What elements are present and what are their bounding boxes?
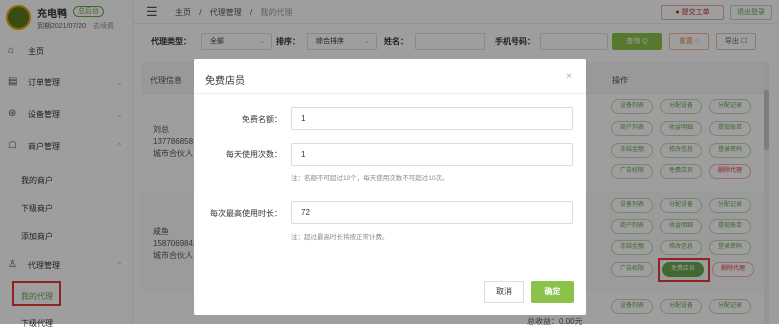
modal-title: 免费店员 [205, 76, 245, 87]
free-quota-label: 免费名额： [242, 115, 282, 124]
free-quota-input[interactable]: 1 [291, 107, 573, 130]
max-duration-note: 注：超过最高时长将按正常计费。 [291, 234, 389, 241]
cancel-button[interactable]: 取消 [484, 281, 524, 303]
close-icon[interactable]: × [566, 71, 572, 82]
daily-uses-note: 注：名额不可超过10个，每天使用次数不可超过10次。 [291, 175, 449, 182]
modal-divider [194, 93, 586, 94]
daily-uses-input[interactable]: 1 [291, 143, 573, 166]
max-duration-label: 每次最高使用时长： [210, 209, 282, 218]
max-duration-input[interactable]: 72 [291, 201, 573, 224]
confirm-button[interactable]: 确定 [531, 281, 574, 303]
free-clerk-modal: 免费店员 × 免费名额： 1 每天使用次数： 1 注：名额不可超过10个，每天使… [194, 59, 586, 315]
daily-uses-label: 每天使用次数： [226, 150, 282, 159]
